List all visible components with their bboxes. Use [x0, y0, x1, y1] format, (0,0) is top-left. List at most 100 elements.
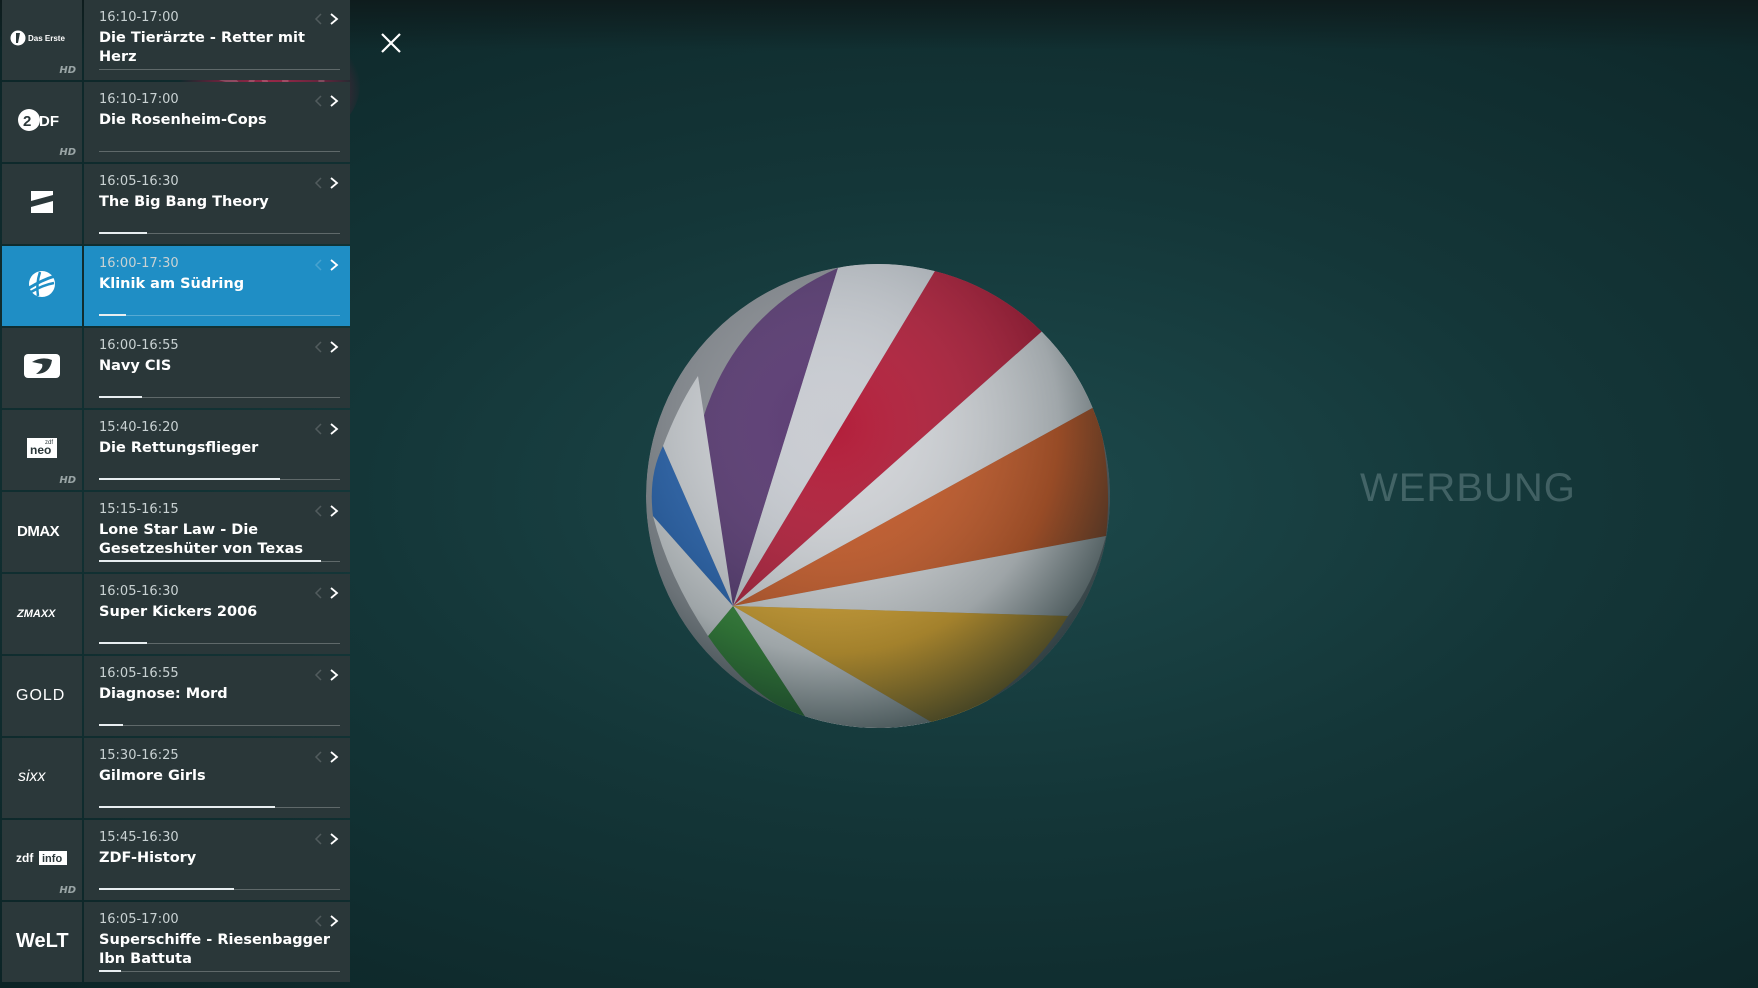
program-title: Die Tierärzte - Retter mit Herz	[99, 30, 305, 65]
close-button[interactable]	[376, 28, 406, 58]
channel-row[interactable]: sixx 15:30-16:25 Gilmore Girls	[0, 738, 350, 818]
program-info[interactable]: 15:15-16:15 Lone Star Law - Die Gesetzesh…	[84, 492, 350, 572]
chevron-left-icon	[314, 11, 324, 25]
chevron-right-icon[interactable]	[328, 339, 340, 353]
channel-row[interactable]: 16:00-16:55 Navy CIS	[0, 328, 350, 408]
channel-logo[interactable]: sixx	[2, 738, 82, 818]
program-title: Superschiffe - Riesenbagger Ibn Battuta	[99, 932, 331, 967]
hd-badge: HD	[59, 65, 76, 76]
progress-bar	[99, 69, 340, 70]
svg-text:DMAX: DMAX	[17, 523, 60, 540]
progress-bar	[99, 970, 340, 972]
chevron-left-icon	[314, 913, 324, 927]
program-info[interactable]: 16:05-16:30 The Big Bang Theory	[84, 164, 350, 244]
channel-logo[interactable]	[2, 328, 82, 408]
program-time: 16:05-17:00	[99, 912, 179, 927]
hd-badge: HD	[59, 885, 76, 896]
program-time: 16:00-16:55	[99, 338, 179, 353]
chevron-left-icon	[314, 93, 324, 107]
chevron-left-icon	[314, 421, 324, 435]
svg-text:2: 2	[23, 113, 31, 130]
channel-logo[interactable]: WeLT	[2, 902, 82, 982]
program-info[interactable]: 15:30-16:25 Gilmore Girls	[84, 738, 350, 818]
progress-bar	[99, 560, 340, 562]
program-time: 16:05-16:55	[99, 666, 179, 681]
progress-fill	[99, 232, 148, 234]
channel-row[interactable]: GOLD 16:05-16:55 Diagnose: Mord	[0, 656, 350, 736]
chevron-right-icon[interactable]	[328, 257, 340, 271]
channel-logo[interactable]: GOLD	[2, 656, 82, 736]
channel-logo[interactable]	[2, 246, 82, 326]
program-info[interactable]: 16:00-16:55 Navy CIS	[84, 328, 350, 408]
program-title: The Big Bang Theory	[99, 194, 269, 210]
svg-text:zdf: zdf	[45, 440, 53, 446]
chevron-left-icon	[314, 585, 324, 599]
channel-row[interactable]: 16:05-16:30 The Big Bang Theory	[0, 164, 350, 244]
program-title: Lone Star Law - Die Gesetzeshüter von Te…	[99, 522, 303, 557]
progress-fill	[99, 970, 121, 972]
channel-row[interactable]: Das Erste HD 16:10-17:00 Die Tierärzte - Re…	[0, 0, 350, 80]
program-info[interactable]: 15:40-16:20 Die Rettungsflieger	[84, 410, 350, 490]
channel-logo[interactable]	[2, 164, 82, 244]
progress-bar	[99, 151, 340, 152]
chevron-right-icon[interactable]	[328, 749, 340, 763]
channel-row[interactable]: neo zdf HD 15:40-16:20 Die Rettungsflieger	[0, 410, 350, 490]
program-title: ZDF-History	[99, 850, 197, 866]
channel-row[interactable]: 16:00-17:30 Klinik am Südring	[0, 246, 350, 326]
program-time: 15:30-16:25	[99, 748, 179, 763]
channel-logo[interactable]: zdf info HD	[2, 820, 82, 900]
program-time: 15:45-16:30	[99, 830, 179, 845]
progress-fill	[99, 314, 126, 316]
channel-row[interactable]: WeLT 16:05-17:00 Superschiffe - Riesenbagg…	[0, 902, 350, 982]
program-info[interactable]: 16:05-16:55 Diagnose: Mord	[84, 656, 350, 736]
progress-fill	[99, 396, 143, 398]
channel-row[interactable]: zdf info HD 15:45-16:30 ZDF-History	[0, 820, 350, 900]
svg-text:zdf: zdf	[16, 851, 34, 865]
program-info[interactable]: 16:05-17:00 Superschiffe - Riesenbagger I…	[84, 902, 350, 982]
channel-row[interactable]: 2 DF HD 16:10-17:00 Die Rosenheim-Cops	[0, 82, 350, 162]
channel-logo[interactable]: DMAX	[2, 492, 82, 572]
program-info[interactable]: 16:10-17:00 Die Rosenheim-Cops	[84, 82, 350, 162]
hd-badge: HD	[59, 147, 76, 158]
welt-logo: WeLT	[15, 928, 69, 956]
chevron-right-icon[interactable]	[328, 831, 340, 845]
chevron-right-icon[interactable]	[328, 585, 340, 599]
channel-logo[interactable]: ZMAXX	[2, 574, 82, 654]
progress-bar	[99, 314, 340, 316]
svg-text:info: info	[42, 853, 62, 865]
program-info[interactable]: 15:45-16:30 ZDF-History	[84, 820, 350, 900]
chevron-right-icon[interactable]	[328, 667, 340, 681]
chevron-right-icon[interactable]	[328, 11, 340, 25]
das-erste-logo: Das Erste	[9, 27, 75, 53]
channel-logo[interactable]: Das Erste HD	[2, 0, 82, 80]
program-info[interactable]: 16:10-17:00 Die Tierärzte - Retter mit He…	[84, 0, 350, 80]
program-time: 15:15-16:15	[99, 502, 179, 517]
program-title: Gilmore Girls	[99, 768, 206, 784]
channel-logo[interactable]: neo zdf HD	[2, 410, 82, 490]
program-time: 15:40-16:20	[99, 420, 179, 435]
close-icon	[381, 33, 401, 53]
zdfinfo-logo: zdf info	[15, 848, 69, 872]
chevron-right-icon[interactable]	[328, 93, 340, 107]
ad-label: WERBUNG	[1360, 466, 1576, 510]
chevron-right-icon[interactable]	[328, 175, 340, 189]
chevron-right-icon[interactable]	[328, 913, 340, 927]
chevron-right-icon[interactable]	[328, 503, 340, 517]
program-title: Die Rosenheim-Cops	[99, 112, 267, 128]
zdf-logo: 2 DF	[17, 105, 67, 139]
chevron-right-icon[interactable]	[328, 421, 340, 435]
progress-bar	[99, 806, 340, 808]
program-info[interactable]: 16:05-16:30 Super Kickers 2006	[84, 574, 350, 654]
channel-row[interactable]: ZMAXX 16:05-16:30 Super Kickers 2006	[0, 574, 350, 654]
progress-fill	[99, 478, 280, 480]
program-info[interactable]: 16:00-17:30 Klinik am Südring	[84, 246, 350, 326]
progress-fill	[99, 806, 275, 808]
chevron-left-icon	[314, 831, 324, 845]
sixx-logo: sixx	[17, 766, 67, 790]
channel-row[interactable]: DMAX 15:15-16:15 Lone Star Law - Die Geset…	[0, 492, 350, 572]
svg-text:WeLT: WeLT	[16, 930, 69, 952]
svg-text:Das Erste: Das Erste	[28, 34, 65, 43]
prosieben-logo	[27, 187, 57, 221]
channel-logo[interactable]: 2 DF HD	[2, 82, 82, 162]
hd-badge: HD	[59, 475, 76, 486]
